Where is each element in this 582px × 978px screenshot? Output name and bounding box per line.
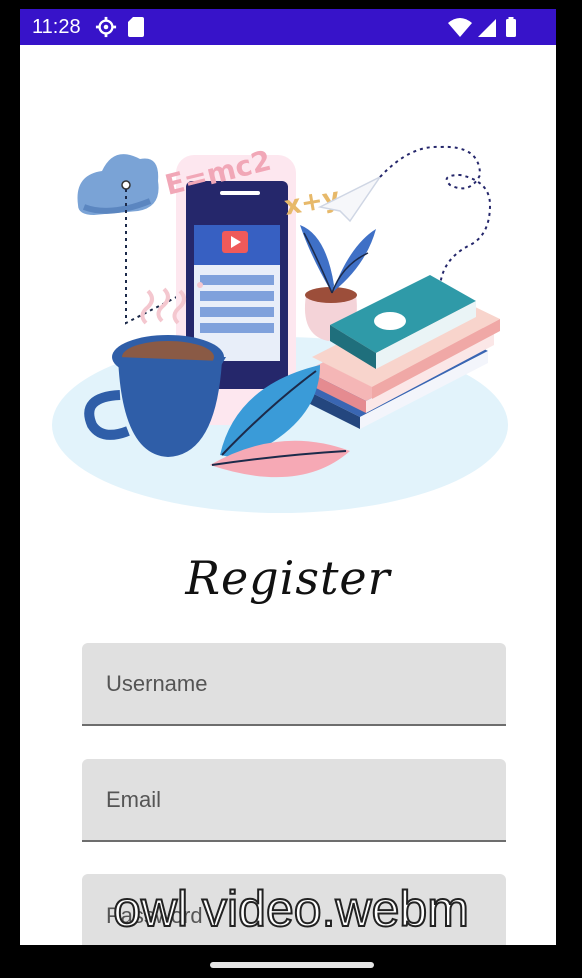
wifi-icon <box>448 18 472 37</box>
status-bar: 11:28 <box>20 9 556 45</box>
video-watermark: owl video.webm <box>112 880 470 938</box>
cloud-icon <box>77 154 159 215</box>
navigation-bar <box>0 945 582 978</box>
settings-icon <box>95 16 117 38</box>
email-input[interactable] <box>82 759 506 840</box>
username-field-container <box>82 643 506 726</box>
username-input[interactable] <box>82 643 506 724</box>
app-screen: 11:28 E=mc2 x+y Register Username Email <box>20 9 556 945</box>
sd-card-icon <box>128 17 144 37</box>
status-time: 11:28 <box>32 16 81 38</box>
signal-icon <box>478 19 496 37</box>
status-right-icons <box>448 17 516 37</box>
email-field-container <box>82 759 506 842</box>
battery-icon <box>506 19 516 37</box>
home-gesture-handle[interactable] <box>210 962 374 968</box>
study-illustration: E=mc2 x+y <box>52 144 508 513</box>
page-title: Register <box>185 551 391 605</box>
